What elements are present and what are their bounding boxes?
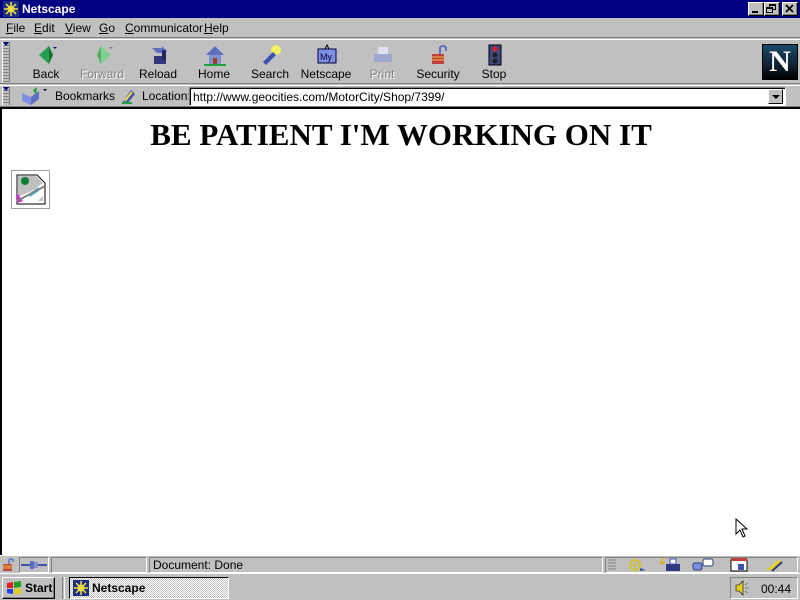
broken-image-placeholder[interactable] (11, 170, 50, 209)
task-label: Netscape (92, 581, 146, 595)
printer-icon (374, 47, 392, 62)
menu-communicator-label: ommunicator (133, 21, 204, 35)
padlock-icon (432, 44, 447, 64)
menu-view-label: iew (72, 21, 91, 35)
menu-file[interactable]: File (6, 21, 25, 35)
online-status-cell[interactable] (19, 557, 49, 573)
my-netscape-label: Netscape (300, 67, 352, 81)
back-button[interactable]: Back (18, 42, 74, 82)
forward-arrow-icon (97, 46, 113, 64)
menu-communicator[interactable]: Communicator (125, 21, 203, 35)
menu-go[interactable]: Go (99, 21, 115, 35)
component-bar (605, 557, 798, 573)
menu-view[interactable]: View (65, 21, 91, 35)
location-toolbar: Bookmarks Location: http://www.geocities… (0, 85, 800, 107)
status-bar: Document: Done (0, 555, 800, 573)
security-label: Security (416, 67, 460, 81)
connection-plug-icon (21, 561, 47, 569)
reload-label: Reload (138, 67, 178, 81)
home-icon (204, 46, 226, 66)
close-icon (785, 4, 794, 13)
bookmarks-button[interactable]: Bookmarks (55, 89, 115, 103)
window-title-bar[interactable]: Netscape (0, 0, 800, 18)
netscape-logo[interactable]: N (762, 44, 798, 80)
search-label: Search (250, 67, 290, 81)
system-tray: 00:44 (730, 577, 798, 599)
bookmarks-icon[interactable] (21, 87, 47, 105)
menu-help-accel: H (204, 21, 213, 35)
windows-taskbar: Start Netscape 00:44 (0, 573, 800, 600)
security-status-icon[interactable] (1, 558, 17, 572)
menu-help-label: elp (212, 21, 229, 35)
component-bar-grip-icon[interactable] (608, 559, 616, 571)
location-url-text: http://www.geocities.com/MotorCity/Shop/… (193, 90, 445, 104)
page-content[interactable]: BE PATIENT I'M WORKING ON IT (0, 107, 800, 555)
menu-bar: File Edit View Go Communicator Help (0, 18, 800, 38)
navigator-component-icon[interactable] (626, 558, 646, 572)
broken-image-icon (16, 174, 46, 205)
taskbar-separator (62, 577, 65, 599)
clock[interactable]: 00:44 (761, 582, 791, 596)
location-label: Location: (142, 89, 191, 103)
menu-edit[interactable]: Edit (34, 21, 55, 35)
stop-button[interactable]: Stop (466, 42, 522, 82)
home-label: Home (197, 67, 230, 81)
my-netscape-button[interactable]: My Netscape (298, 42, 354, 82)
location-page-icon[interactable] (121, 88, 137, 104)
restore-button[interactable] (764, 2, 780, 16)
menu-file-label: ile (13, 21, 26, 35)
volume-icon[interactable] (734, 580, 750, 596)
reload-button[interactable]: Reload (130, 42, 186, 82)
menu-communicator-accel: C (125, 21, 134, 35)
conference-component-icon[interactable] (764, 558, 784, 572)
toolbar-grip[interactable] (2, 42, 10, 82)
location-toolbar-grip[interactable] (2, 87, 10, 105)
navigation-toolbar: Back Forward Reload Home Search My Netsc… (0, 39, 800, 84)
location-history-dropdown[interactable] (768, 89, 783, 104)
menu-help[interactable]: Help (204, 21, 229, 35)
reload-icon (152, 46, 167, 64)
windows-logo-icon (7, 581, 21, 594)
minimize-icon (752, 11, 758, 13)
minimize-button[interactable] (748, 2, 764, 16)
mouse-cursor-icon (735, 518, 749, 538)
status-text: Document: Done (153, 558, 244, 572)
print-button[interactable]: Print (354, 42, 410, 82)
netscape-task-icon (73, 580, 89, 596)
print-label: Print (369, 67, 395, 81)
discussion-component-icon[interactable] (692, 558, 714, 572)
svg-text:My: My (320, 52, 332, 62)
start-label: Start (25, 581, 53, 595)
security-button[interactable]: Security (410, 42, 466, 82)
my-netscape-icon: My (317, 44, 337, 64)
restore-icon (766, 4, 776, 13)
composer-component-icon[interactable] (730, 558, 748, 572)
forward-label: Forward (79, 67, 124, 81)
location-url-input[interactable]: http://www.geocities.com/MotorCity/Shop/… (189, 87, 786, 106)
stop-label: Stop (481, 67, 507, 81)
start-button[interactable]: Start (2, 577, 55, 599)
status-text-cell: Document: Done (149, 557, 603, 573)
menu-go-accel: G (99, 21, 109, 35)
netscape-app-icon (3, 1, 19, 17)
back-arrow-icon (39, 46, 57, 64)
close-button[interactable] (782, 2, 798, 16)
back-label: Back (32, 67, 60, 81)
window-title: Netscape (22, 2, 76, 16)
menu-go-label: o (108, 21, 116, 35)
mail-component-icon[interactable] (658, 558, 680, 572)
menu-view-accel: V (65, 21, 73, 35)
taskbar-task-netscape[interactable]: Netscape (69, 577, 229, 599)
progress-cell (51, 557, 147, 573)
home-button[interactable]: Home (186, 42, 242, 82)
search-flashlight-icon (263, 45, 281, 65)
menu-edit-label: dit (42, 21, 55, 35)
stop-light-icon (488, 44, 502, 66)
page-heading: BE PATIENT I'M WORKING ON IT (150, 117, 652, 152)
search-button[interactable]: Search (242, 42, 298, 82)
menu-edit-accel: E (34, 21, 43, 35)
forward-button[interactable]: Forward (74, 42, 130, 82)
